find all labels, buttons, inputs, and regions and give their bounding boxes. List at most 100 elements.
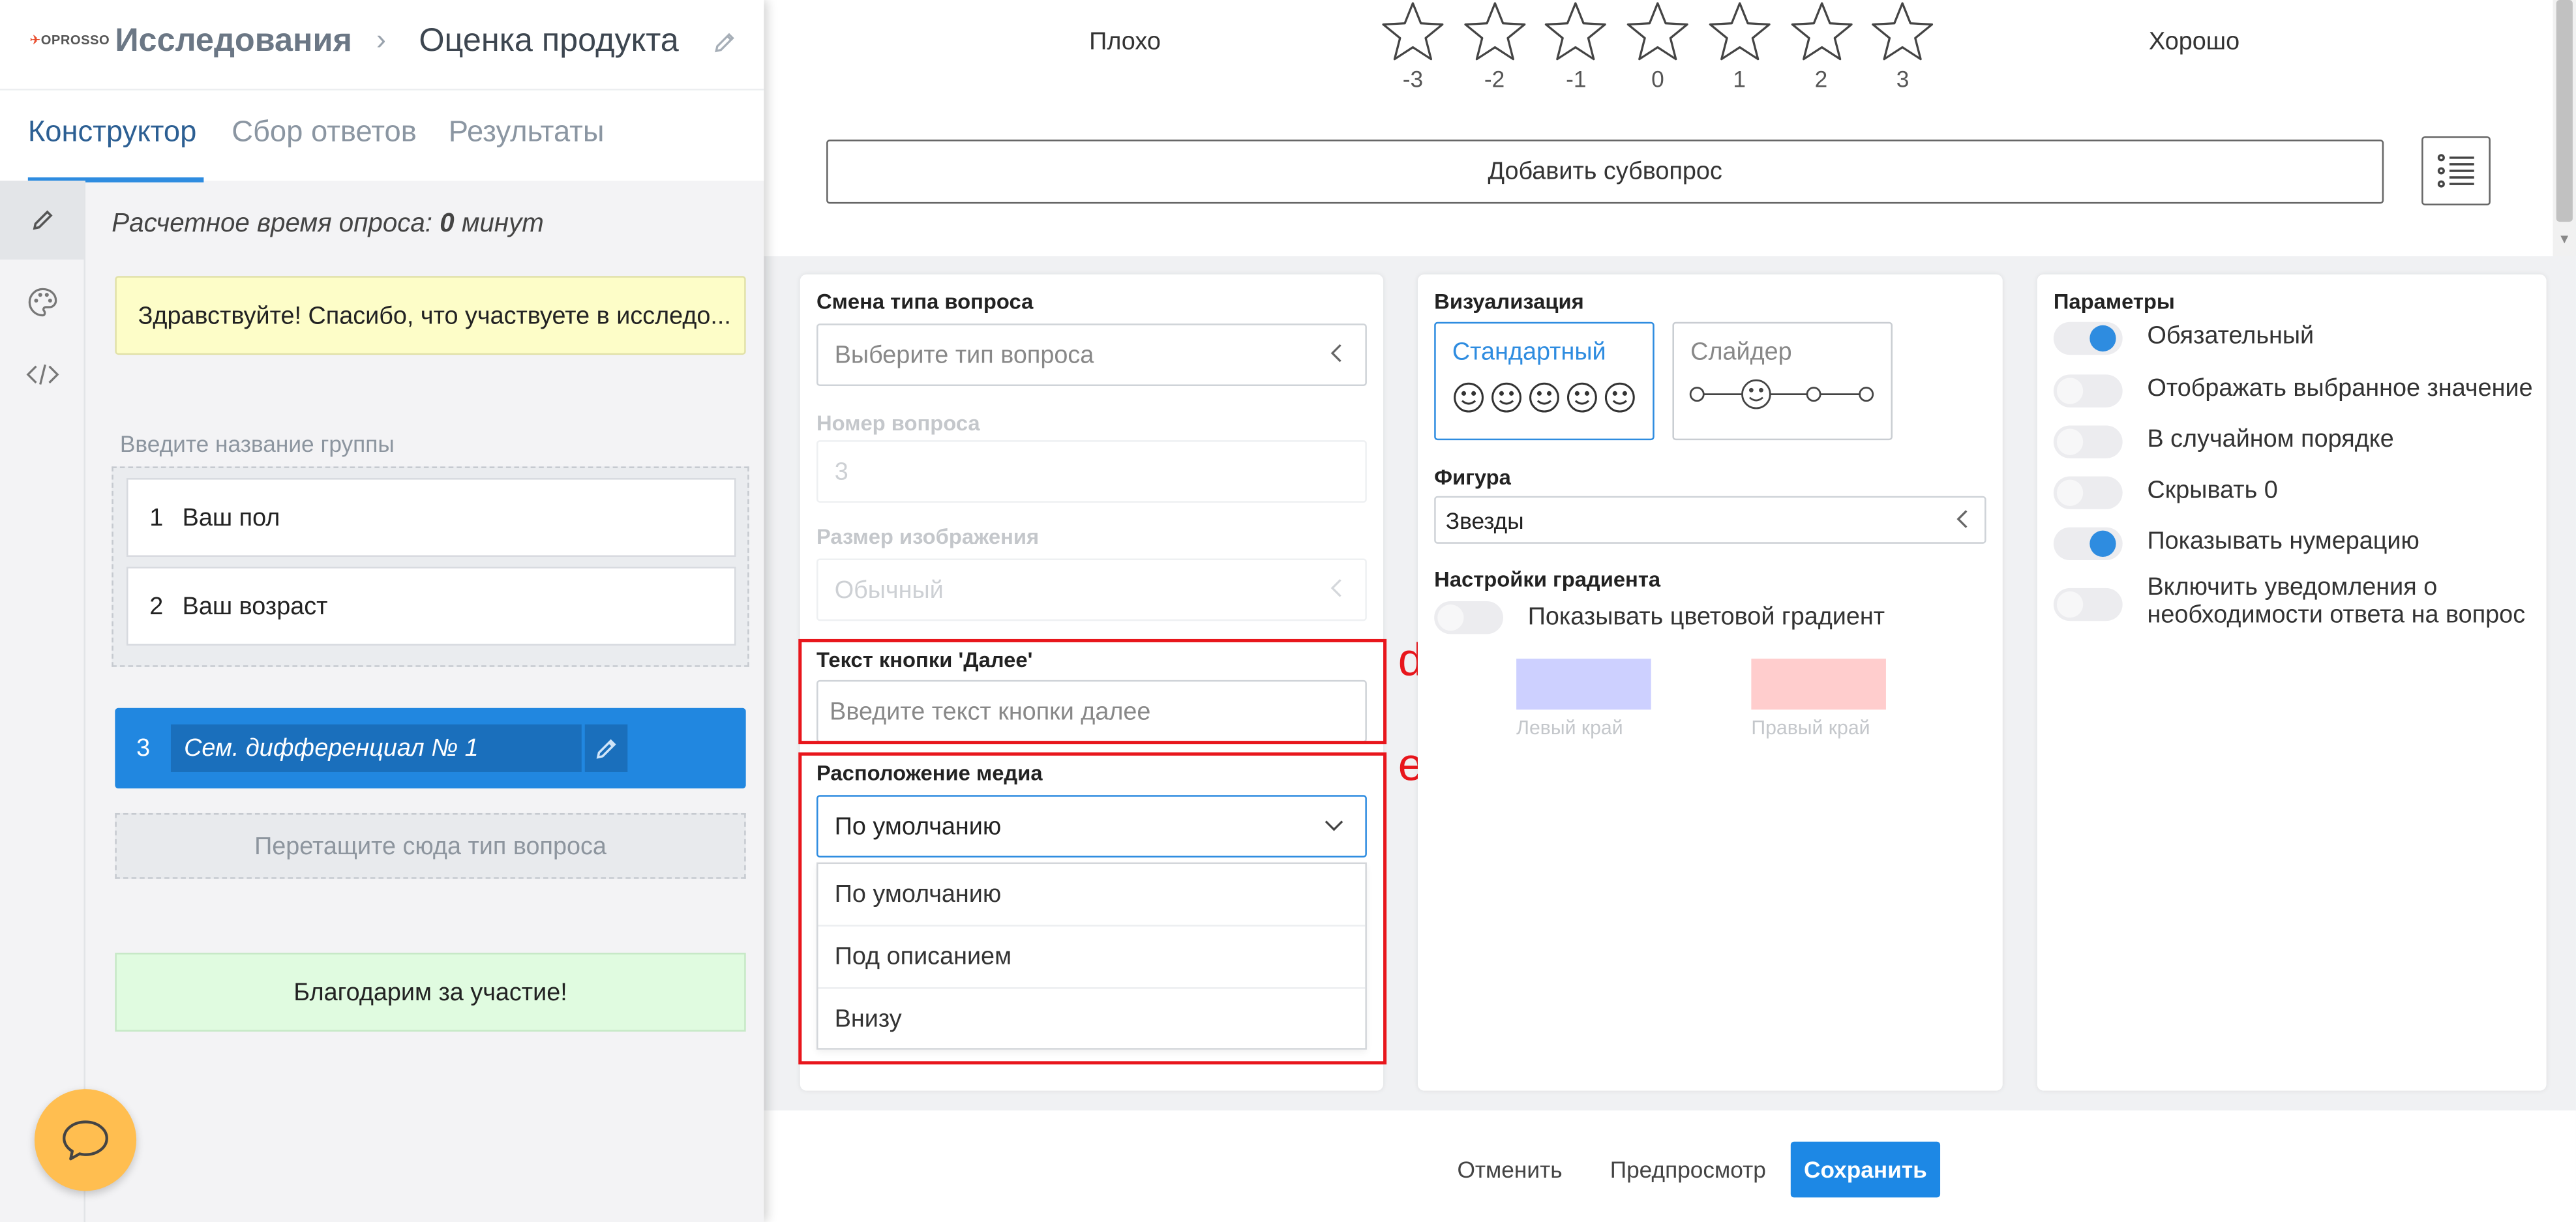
parameter-toggle[interactable]	[2053, 476, 2123, 509]
star-value-label: -2	[1484, 65, 1505, 93]
tab-responses[interactable]: Сбор ответов	[232, 115, 417, 149]
parameters-title: Параметры	[2053, 289, 2175, 314]
parameter-toggle[interactable]	[2053, 527, 2123, 561]
logo[interactable]: ✈OPROSSO	[29, 33, 110, 48]
question-type-placeholder: Выберите тип вопроса	[834, 341, 1094, 370]
logo-mark-icon: ✈	[29, 33, 41, 48]
chevron-left-icon	[1956, 510, 1968, 528]
star-icon[interactable]	[1543, 0, 1609, 63]
shape-select[interactable]: Звезды	[1434, 496, 1986, 544]
image-size-select: Обычный	[816, 558, 1367, 621]
scale-right-label: Хорошо	[2148, 27, 2240, 56]
star-value-label: 1	[1733, 65, 1746, 93]
active-question-number: 3	[136, 734, 151, 762]
highlight-box-e	[798, 752, 1387, 1065]
star-value-label: 0	[1651, 65, 1664, 93]
star-value-label: 3	[1896, 65, 1910, 93]
parameter-toggle[interactable]	[2053, 321, 2123, 355]
chat-bubble-icon	[63, 1120, 108, 1161]
highlight-box-d	[798, 638, 1387, 745]
star-value-label: -1	[1566, 65, 1587, 93]
design-tool[interactable]	[0, 263, 83, 342]
star-value-label: 2	[1814, 65, 1828, 93]
question-group: 1 Ваш пол 2 Ваш возраст	[112, 466, 749, 667]
group-name-input[interactable]: Введите название группы	[120, 430, 395, 456]
shape-value: Звезды	[1445, 507, 1524, 534]
star-value-label: -3	[1402, 65, 1424, 93]
question-preview: Плохо Хорошо -3 -2 -1 0 1 2 3 Добавить субвопр…	[764, 0, 2576, 256]
image-size-label: Размер изображения	[816, 524, 1040, 549]
left-panel: ✈OPROSSO Исследования › Оценка продукта …	[0, 0, 764, 1222]
smileys-icon	[1454, 382, 1635, 413]
app-canvas: ✈OPROSSO Исследования › Оценка продукта …	[0, 0, 2576, 1222]
question-item[interactable]: 2 Ваш возраст	[126, 567, 736, 646]
parameter-toggle[interactable]	[2053, 588, 2123, 621]
star-icon[interactable]	[1870, 0, 1936, 63]
scale-left-label: Плохо	[1089, 27, 1161, 56]
tab-results[interactable]: Результаты	[449, 115, 605, 149]
question-item[interactable]: 1 Ваш пол	[126, 478, 736, 557]
gradient-settings-title: Настройки градиента	[1434, 567, 1661, 591]
parameter-toggle[interactable]	[2053, 374, 2123, 408]
list-view-button[interactable]	[2421, 136, 2491, 205]
left-edge-label: Левый край	[1516, 716, 1623, 739]
chat-button[interactable]	[34, 1089, 137, 1191]
toggle-knob	[2056, 378, 2084, 404]
palette-icon	[27, 288, 57, 317]
preview-button[interactable]: Предпросмотр	[1610, 1156, 1766, 1182]
parameter-toggle[interactable]	[2053, 425, 2123, 458]
footer-bar: Отменить Предпросмотр Сохранить	[764, 1110, 2576, 1222]
breadcrumb-root[interactable]: Исследования	[115, 23, 352, 61]
question-settings-card: Смена типа вопроса Выберите тип вопроса …	[798, 274, 1424, 1091]
save-button[interactable]: Сохранить	[1790, 1141, 1941, 1198]
active-question[interactable]: 3 Сем. дифференциал № 1	[115, 708, 746, 789]
list-icon	[2437, 154, 2474, 188]
page-title: Оценка продукта	[419, 23, 679, 59]
shape-label: Фигура	[1434, 464, 1511, 490]
active-question-title[interactable]: Сем. дифференциал № 1	[170, 724, 582, 772]
visualization-title: Визуализация	[1434, 289, 1584, 314]
question-title: Ваш пол	[182, 504, 280, 533]
add-subquestion-button[interactable]: Добавить субвопрос	[826, 140, 2384, 204]
star-icon[interactable]	[1625, 0, 1691, 63]
right-edge-label: Правый край	[1751, 716, 1870, 739]
slider-preview-icon	[1689, 379, 1874, 410]
scroll-down-icon[interactable]: ▼	[2558, 231, 2571, 246]
question-type-select[interactable]: Выберите тип вопроса	[816, 323, 1367, 386]
parameter-label: Отображать выбранное значение	[2147, 374, 2533, 403]
viz-standard-option[interactable]: Стандартный	[1434, 321, 1655, 441]
thanks-block[interactable]: Благодарим за участие!	[115, 953, 746, 1032]
welcome-block[interactable]: Здравствуйте! Спасибо, что участвуете в …	[115, 276, 746, 355]
scrollbar-thumb[interactable]	[2556, 0, 2573, 222]
edit-tool[interactable]	[0, 181, 84, 260]
star-icon[interactable]	[1788, 0, 1854, 63]
star-icon[interactable]	[1461, 0, 1527, 63]
viz-standard-label: Стандартный	[1452, 338, 1606, 366]
image-size-value: Обычный	[834, 576, 944, 605]
app-root: ✈OPROSSO Исследования › Оценка продукта …	[0, 0, 2576, 1222]
estimated-time-unit: минут	[461, 210, 544, 239]
gradient-toggle[interactable]	[1434, 601, 1503, 634]
preview-scrollbar[interactable]: ▼	[2553, 0, 2576, 256]
star-icon[interactable]	[1380, 0, 1446, 63]
cancel-button[interactable]: Отменить	[1457, 1156, 1562, 1182]
drop-zone[interactable]: Перетащите сюда тип вопроса	[115, 812, 746, 879]
question-number-input: 3	[816, 440, 1367, 503]
editor-area: Плохо Хорошо -3 -2 -1 0 1 2 3 Добавить субвопр…	[764, 0, 2576, 1222]
parameter-label: Обязательный	[2147, 321, 2314, 350]
toggle-knob	[1437, 604, 1464, 631]
edit-title-icon[interactable]	[711, 29, 738, 55]
question-number: 1	[149, 504, 164, 533]
viz-slider-option[interactable]: Слайдер	[1672, 321, 1893, 441]
chevron-left-icon	[1330, 344, 1341, 363]
star-icon[interactable]	[1707, 0, 1773, 63]
edit-question-button[interactable]	[584, 724, 628, 772]
code-icon	[25, 364, 59, 385]
tab-constructor[interactable]: Конструктор	[28, 115, 197, 149]
question-number: 2	[149, 593, 164, 621]
toggle-knob	[2089, 530, 2116, 557]
parameter-label: Включить уведомления о необходимости отв…	[2147, 573, 2526, 629]
code-tool[interactable]	[0, 335, 83, 414]
tab-bar: Конструктор Сбор ответов Результаты	[0, 89, 764, 183]
parameter-label: Показывать нумерацию	[2147, 527, 2419, 556]
